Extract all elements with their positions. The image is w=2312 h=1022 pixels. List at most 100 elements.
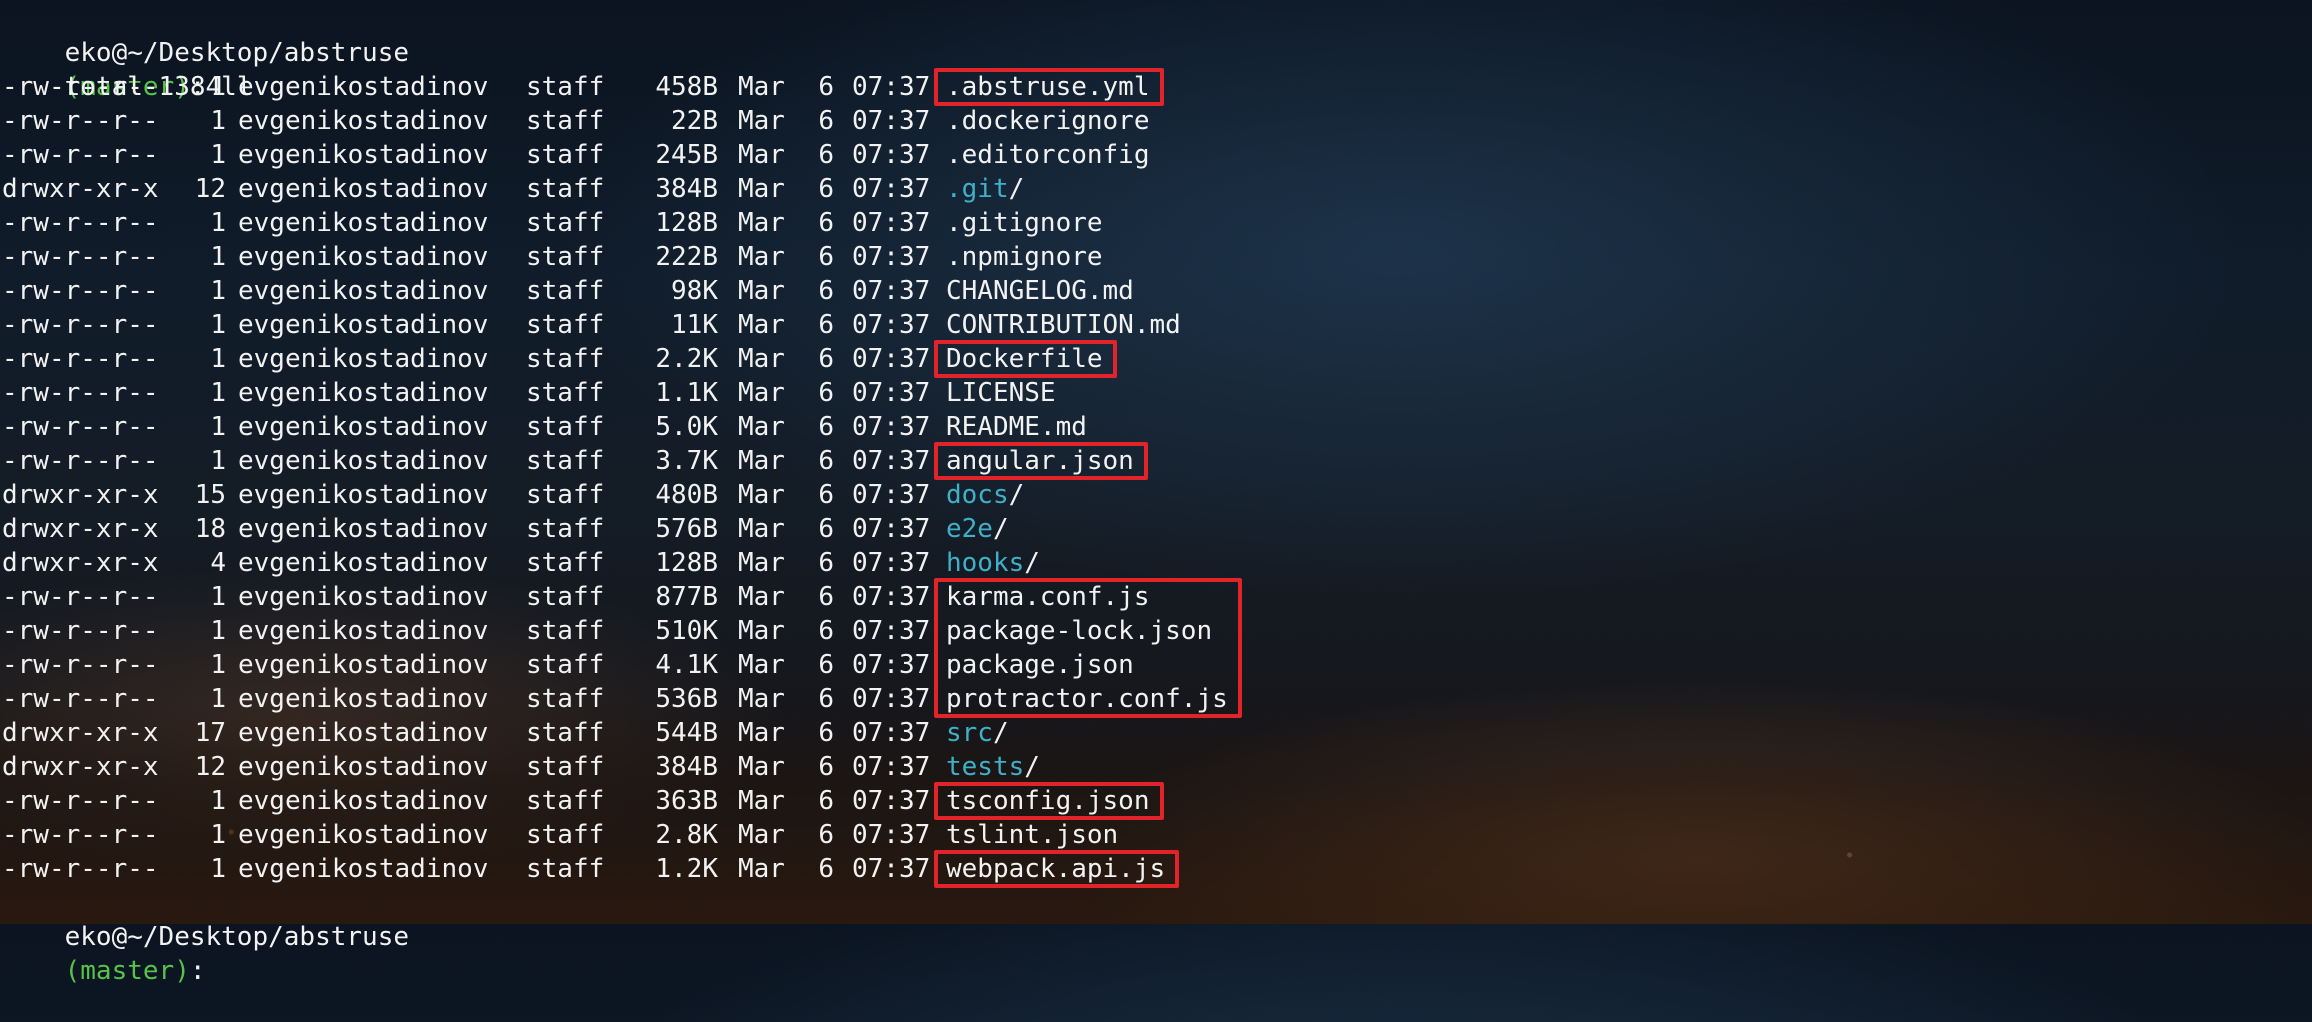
listing-size: 536B — [655, 684, 718, 714]
listing-month: Mar — [738, 310, 785, 340]
listing-perm: -rw-r--r-- — [2, 820, 159, 850]
listing-time: 07:37 — [852, 412, 931, 442]
listing-month: Mar — [738, 718, 785, 748]
listing-time: 07:37 — [852, 140, 931, 170]
listing-name-cell: .git/ — [946, 172, 1024, 206]
listing-day: 6 — [818, 140, 834, 170]
listing-month: Mar — [738, 616, 785, 646]
listing-size: 22B — [671, 106, 718, 136]
listing-group: staff — [526, 72, 605, 102]
listing-name-cell: LICENSE — [946, 376, 1056, 410]
listing-name-cell: src/ — [946, 716, 1009, 750]
listing-links: 1 — [210, 106, 226, 136]
listing-size: 363B — [655, 786, 718, 816]
total-line: total 1384 — [2, 36, 222, 102]
listing-group: staff — [526, 174, 605, 204]
prompt-user-path: eko@~/Desktop/abstruse — [64, 922, 409, 952]
listing-size: 458B — [655, 72, 718, 102]
listing-links: 1 — [210, 412, 226, 442]
listing-group: staff — [526, 514, 605, 544]
listing-day: 6 — [818, 446, 834, 476]
file-name: README.md — [946, 412, 1087, 442]
listing-group: staff — [526, 276, 605, 306]
listing-time: 07:37 — [852, 378, 931, 408]
listing-group: staff — [526, 208, 605, 238]
listing-name-cell: .gitignore — [946, 206, 1103, 240]
listing-perm: -rw-r--r-- — [2, 616, 159, 646]
listing-group: staff — [526, 752, 605, 782]
listing-perm: -rw-r--r-- — [2, 276, 159, 306]
listing-size: 480B — [655, 480, 718, 510]
listing-time: 07:37 — [852, 854, 931, 884]
listing-group: staff — [526, 378, 605, 408]
listing-time: 07:37 — [852, 548, 931, 578]
listing-size: 1.2K — [655, 854, 718, 884]
listing-day: 6 — [818, 276, 834, 306]
listing-perm: drwxr-xr-x — [2, 718, 159, 748]
terminal-window[interactable]: eko@~/Desktop/abstruse (master): ll tota… — [2, 2, 2302, 986]
listing-size: 3.7K — [655, 446, 718, 476]
listing-month: Mar — [738, 72, 785, 102]
listing-size: 128B — [655, 208, 718, 238]
listing-day: 6 — [818, 616, 834, 646]
highlight-box — [934, 578, 1242, 718]
listing-links: 1 — [210, 616, 226, 646]
listing-owner: evgenikostadinov — [238, 174, 489, 204]
listing-time: 07:37 — [852, 786, 931, 816]
file-name: .editorconfig — [946, 140, 1150, 170]
listing-time: 07:37 — [852, 242, 931, 272]
listing-day: 6 — [818, 582, 834, 612]
directory-slash: / — [992, 514, 1009, 544]
listing-month: Mar — [738, 106, 785, 136]
listing-month: Mar — [738, 174, 785, 204]
directory-slash: / — [1008, 174, 1025, 204]
listing-month: Mar — [738, 446, 785, 476]
listing-month: Mar — [738, 480, 785, 510]
listing-perm: -rw-r--r-- — [2, 344, 159, 374]
file-name: .npmignore — [946, 242, 1103, 272]
highlight-box — [934, 442, 1148, 480]
file-name: .gitignore — [946, 208, 1103, 238]
listing-owner: evgenikostadinov — [238, 752, 489, 782]
listing-links: 1 — [210, 140, 226, 170]
listing-time: 07:37 — [852, 582, 931, 612]
listing-name-cell: .dockerignore — [946, 104, 1150, 138]
listing-day: 6 — [818, 514, 834, 544]
listing-day: 6 — [818, 72, 834, 102]
listing-time: 07:37 — [852, 106, 931, 136]
listing-perm: -rw-r--r-- — [2, 684, 159, 714]
listing-group: staff — [526, 820, 605, 850]
listing-perm: -rw-r--r-- — [2, 106, 159, 136]
listing-time: 07:37 — [852, 684, 931, 714]
listing-day: 6 — [818, 786, 834, 816]
listing-name-cell: CHANGELOG.md — [946, 274, 1134, 308]
listing-day: 6 — [818, 412, 834, 442]
listing-day: 6 — [818, 480, 834, 510]
prompt-line-top: eko@~/Desktop/abstruse (master): ll — [2, 2, 409, 102]
listing-month: Mar — [738, 208, 785, 238]
prompt-line-bottom[interactable]: eko@~/Desktop/abstruse (master): — [2, 886, 409, 986]
directory-name: docs — [946, 480, 1009, 510]
listing-owner: evgenikostadinov — [238, 718, 489, 748]
listing-links: 1 — [210, 242, 226, 272]
listing-group: staff — [526, 242, 605, 272]
listing-size: 5.0K — [655, 412, 718, 442]
listing-time: 07:37 — [852, 820, 931, 850]
listing-owner: evgenikostadinov — [238, 378, 489, 408]
listing-owner: evgenikostadinov — [238, 310, 489, 340]
listing-links: 1 — [210, 786, 226, 816]
listing-size: 128B — [655, 548, 718, 578]
listing-name-cell: tests/ — [946, 750, 1040, 784]
listing-links: 1 — [210, 446, 226, 476]
directory-slash: / — [1008, 480, 1025, 510]
file-name: LICENSE — [946, 378, 1056, 408]
listing-month: Mar — [738, 378, 785, 408]
listing-day: 6 — [818, 650, 834, 680]
listing-size: 11K — [671, 310, 718, 340]
listing-group: staff — [526, 786, 605, 816]
listing-owner: evgenikostadinov — [238, 242, 489, 272]
listing-day: 6 — [818, 106, 834, 136]
listing-perm: -rw-r--r-- — [2, 854, 159, 884]
prompt-branch: (master) — [64, 956, 190, 986]
listing-time: 07:37 — [852, 616, 931, 646]
